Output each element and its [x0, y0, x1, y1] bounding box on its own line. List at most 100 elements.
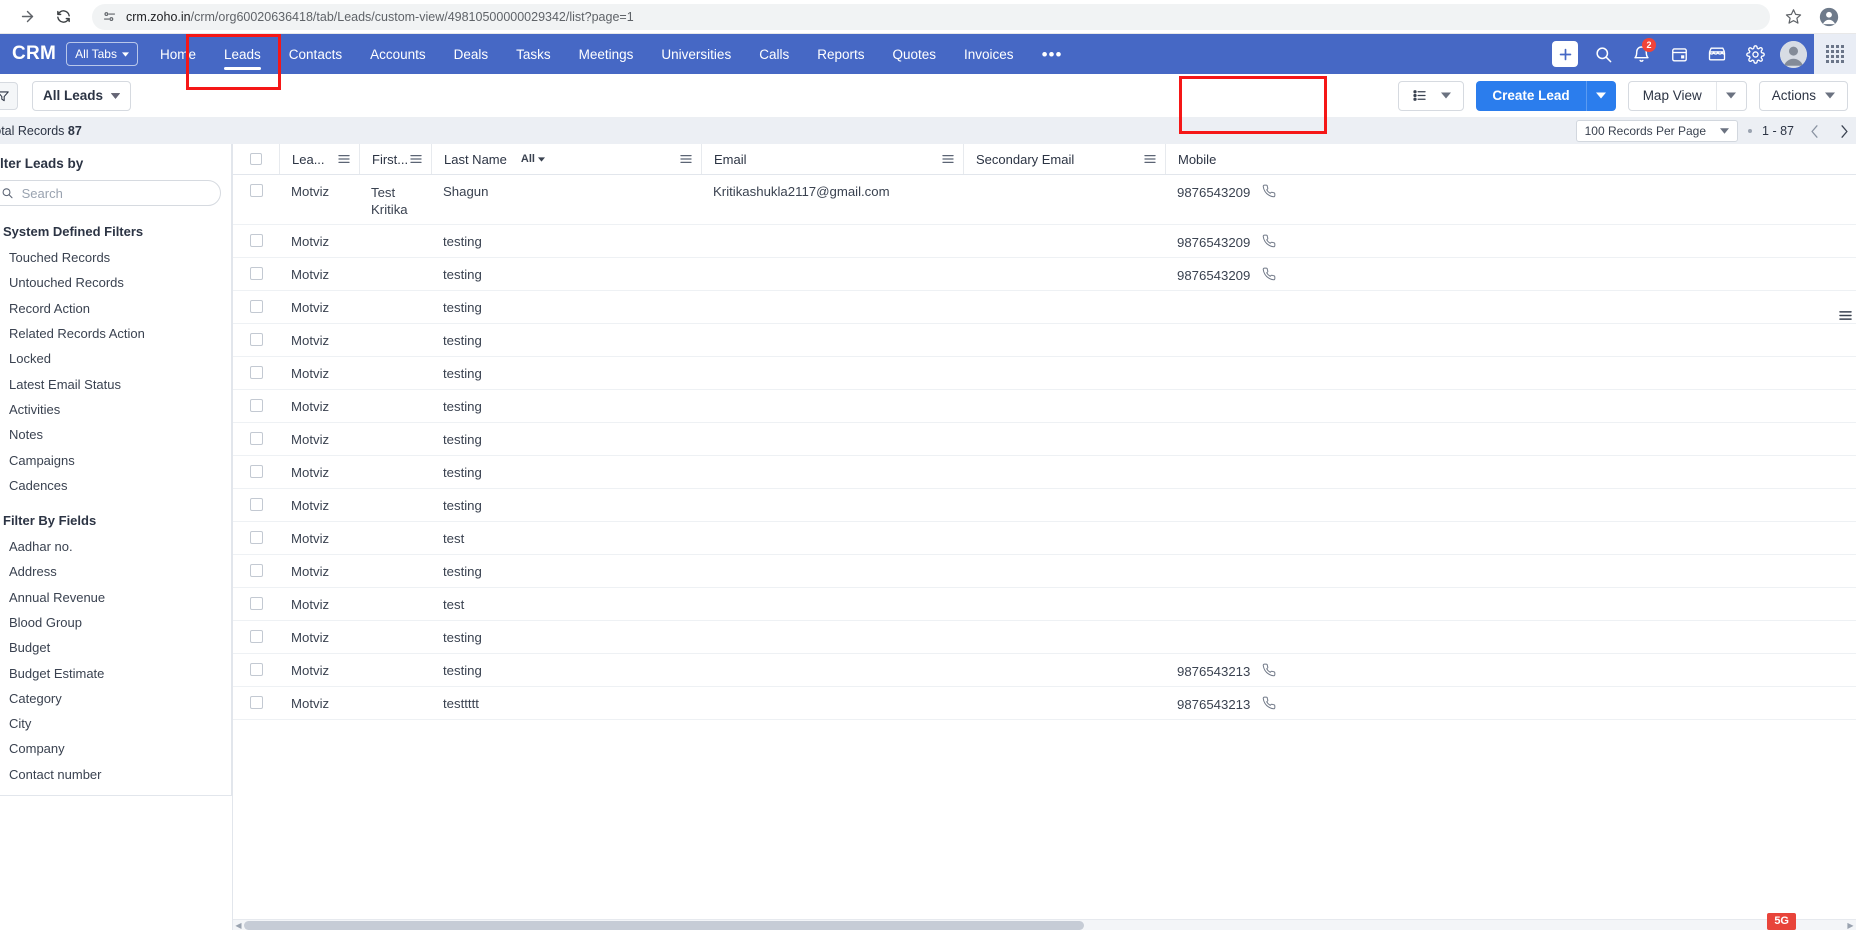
- search-icon[interactable]: [1586, 37, 1620, 71]
- scroll-left-arrow[interactable]: ◀: [233, 920, 244, 931]
- sidebar-group-system-defined-filters[interactable]: System Defined Filters: [0, 218, 231, 245]
- actions-button[interactable]: Actions: [1758, 80, 1848, 111]
- sidebar-item-touched-records[interactable]: Touched Records: [0, 245, 231, 270]
- gear-icon[interactable]: [1738, 37, 1772, 71]
- sidebar-item-blood-group[interactable]: Blood Group: [0, 610, 231, 635]
- avatar[interactable]: [1776, 37, 1810, 71]
- crm-logo[interactable]: CRM: [6, 43, 66, 65]
- reload-icon[interactable]: [50, 4, 76, 30]
- table-row[interactable]: Motviz test: [233, 522, 1856, 555]
- table-row[interactable]: Motviz Test Kritika Shagun Kritikashukla…: [233, 175, 1856, 225]
- search-input[interactable]: [21, 185, 208, 201]
- sidebar-item-category[interactable]: Category: [0, 686, 231, 711]
- row-checkbox[interactable]: [249, 300, 263, 313]
- row-checkbox[interactable]: [249, 234, 263, 247]
- row-checkbox[interactable]: [249, 399, 263, 412]
- table-row[interactable]: Motviz testing: [233, 423, 1856, 456]
- sidebar-item-activities[interactable]: Activities: [0, 397, 231, 422]
- table-row[interactable]: Motviz testing: [233, 555, 1856, 588]
- sidebar-item-related-records-action[interactable]: Related Records Action: [0, 321, 231, 346]
- table-row[interactable]: Motviz testing: [233, 489, 1856, 522]
- table-row[interactable]: Motviz testtttt 9876543213: [233, 687, 1856, 720]
- pagination-next-button[interactable]: [1834, 124, 1854, 138]
- row-checkbox[interactable]: [249, 267, 263, 280]
- nav-tab-tasks[interactable]: Tasks: [502, 34, 565, 74]
- map-view-dropdown-button[interactable]: [1715, 81, 1746, 110]
- address-bar[interactable]: crm.zoho.in/crm/org60020636418/tab/Leads…: [92, 3, 1770, 30]
- table-row[interactable]: Motviz test: [233, 588, 1856, 621]
- funnel-icon[interactable]: [0, 81, 18, 110]
- sidebar-item-contact-number[interactable]: Contact number: [0, 762, 231, 787]
- nav-tab-invoices[interactable]: Invoices: [950, 34, 1028, 74]
- create-lead-dropdown-button[interactable]: [1585, 80, 1616, 111]
- create-lead-button[interactable]: Create Lead: [1476, 80, 1586, 111]
- nav-tab-contacts[interactable]: Contacts: [275, 34, 356, 74]
- sidebar-group-filter-by-fields[interactable]: Filter By Fields: [0, 507, 231, 534]
- row-checkbox[interactable]: [249, 630, 263, 643]
- sidebar-item-city[interactable]: City: [0, 711, 231, 736]
- table-row[interactable]: Motviz testing: [233, 621, 1856, 654]
- nav-tab-meetings[interactable]: Meetings: [565, 34, 648, 74]
- scrollbar-thumb[interactable]: [244, 920, 1084, 930]
- sidebar-item-annual-revenue[interactable]: Annual Revenue: [0, 585, 231, 610]
- column-menu-icon[interactable]: [1144, 152, 1156, 167]
- sidebar-item-untouched-records[interactable]: Untouched Records: [0, 270, 231, 295]
- horizontal-scrollbar[interactable]: ◀ ▶: [233, 919, 1856, 930]
- row-checkbox[interactable]: [249, 696, 263, 709]
- all-tabs-dropdown[interactable]: All Tabs: [66, 42, 138, 66]
- pagination-prev-button[interactable]: [1804, 124, 1824, 138]
- table-row[interactable]: Motviz testing 9876543213: [233, 654, 1856, 687]
- nav-tab-reports[interactable]: Reports: [803, 34, 878, 74]
- column-menu-icon[interactable]: [338, 152, 350, 167]
- select-all-checkbox[interactable]: [250, 153, 262, 165]
- column-header-mobile[interactable]: Mobile: [1165, 144, 1856, 174]
- row-checkbox[interactable]: [249, 663, 263, 676]
- row-checkbox[interactable]: [249, 564, 263, 577]
- row-checkbox[interactable]: [249, 184, 263, 197]
- row-checkbox[interactable]: [249, 333, 263, 346]
- sidebar-item-budget[interactable]: Budget: [0, 635, 231, 660]
- table-row[interactable]: Motviz testing: [233, 324, 1856, 357]
- view-selector[interactable]: All Leads: [32, 80, 132, 111]
- list-view-icon[interactable]: [1398, 80, 1465, 111]
- scroll-right-arrow[interactable]: ▶: [1845, 920, 1856, 931]
- nav-tab-deals[interactable]: Deals: [440, 34, 503, 74]
- column-header-email[interactable]: Email: [701, 144, 963, 174]
- sidebar-item-notes[interactable]: Notes: [0, 422, 231, 447]
- notifications-button[interactable]: 2: [1624, 37, 1658, 71]
- column-menu-icon[interactable]: [680, 152, 692, 167]
- column-menu-icon[interactable]: [942, 152, 954, 167]
- table-row[interactable]: Motviz testing: [233, 291, 1856, 324]
- row-checkbox[interactable]: [249, 498, 263, 511]
- nav-tab-leads[interactable]: Leads: [210, 34, 275, 74]
- app-grid-icon[interactable]: [1814, 34, 1856, 74]
- sidebar-item-aadhar-no[interactable]: Aadhar no.: [0, 534, 231, 559]
- table-row[interactable]: Motviz testing 9876543209: [233, 258, 1856, 291]
- phone-icon[interactable]: [1262, 234, 1276, 251]
- table-row[interactable]: Motviz testing: [233, 357, 1856, 390]
- sidebar-item-cadences[interactable]: Cadences: [0, 473, 231, 498]
- row-checkbox[interactable]: [249, 531, 263, 544]
- phone-icon[interactable]: [1262, 184, 1276, 201]
- table-row[interactable]: Motviz testing 9876543209: [233, 225, 1856, 258]
- sidebar-item-campaigns[interactable]: Campaigns: [0, 447, 231, 472]
- phone-icon[interactable]: [1262, 696, 1276, 713]
- nav-more-button[interactable]: •••: [1028, 46, 1077, 63]
- table-row[interactable]: Motviz testing: [233, 456, 1856, 489]
- records-per-page-select[interactable]: 100 Records Per Page: [1575, 120, 1739, 142]
- forward-arrow-icon[interactable]: [14, 4, 40, 30]
- sidebar-item-company[interactable]: Company: [0, 736, 231, 761]
- column-header-lead-source[interactable]: Lea...: [279, 144, 359, 174]
- table-row[interactable]: Motviz testing: [233, 390, 1856, 423]
- nav-tab-universities[interactable]: Universities: [647, 34, 745, 74]
- map-view-button[interactable]: Map View: [1629, 82, 1716, 110]
- site-settings-icon[interactable]: [102, 9, 117, 24]
- sidebar-item-latest-email-status[interactable]: Latest Email Status: [0, 371, 231, 396]
- phone-icon[interactable]: [1262, 663, 1276, 680]
- column-header-first-name[interactable]: First...: [359, 144, 431, 174]
- star-icon[interactable]: [1780, 4, 1806, 30]
- row-checkbox[interactable]: [249, 597, 263, 610]
- column-header-last-name[interactable]: Last Name All: [431, 144, 701, 174]
- nav-tab-quotes[interactable]: Quotes: [879, 34, 951, 74]
- last-name-filter-dropdown[interactable]: All: [521, 153, 545, 165]
